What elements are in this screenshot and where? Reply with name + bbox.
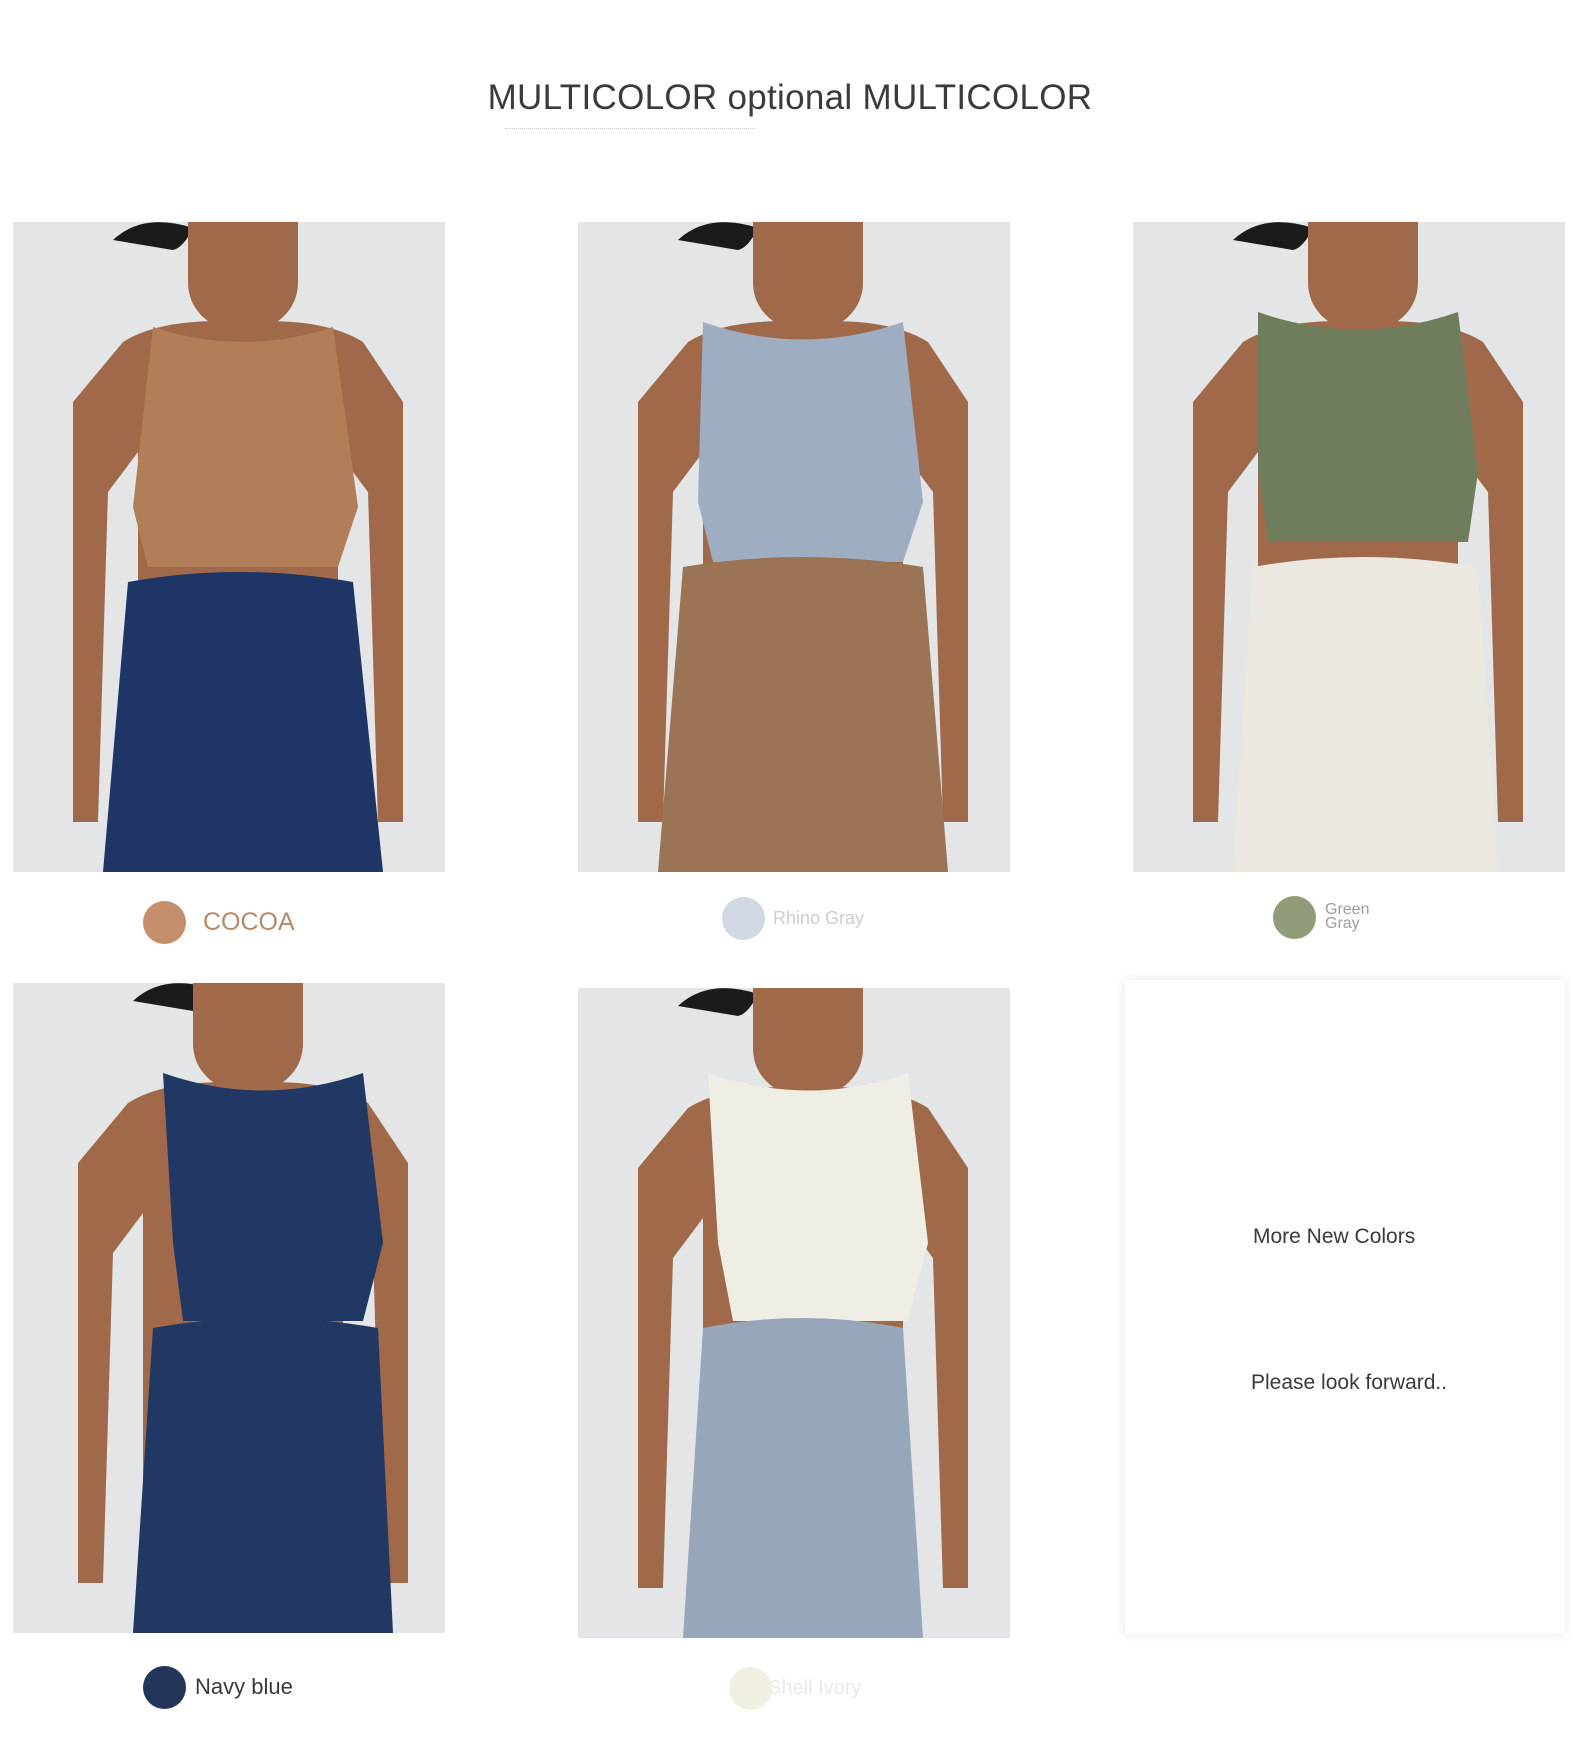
color-swatch: [143, 900, 186, 944]
model-figure: [1133, 222, 1565, 872]
color-label-line: Gray: [1325, 915, 1360, 932]
more-colors-text: More New Colors: [1253, 1225, 1416, 1248]
color-label: COCOA: [203, 907, 295, 936]
color-swatch: [1273, 895, 1316, 939]
color-option-green-gray[interactable]: Green Gray: [1273, 895, 1369, 939]
color-label: Navy blue: [195, 1674, 293, 1699]
model-figure: [578, 988, 1010, 1638]
page-title: MULTICOLOR optional MULTICOLOR: [487, 78, 1093, 117]
product-photo-shell-ivory[interactable]: [578, 988, 1010, 1638]
model-figure: [13, 222, 445, 872]
color-option-cocoa[interactable]: COCOA: [143, 900, 295, 944]
model-figure: [13, 983, 445, 1633]
color-option-shell-ivory[interactable]: Shell Ivory: [729, 1666, 861, 1710]
product-photo-green-gray[interactable]: [1133, 222, 1565, 872]
color-swatch: [722, 896, 765, 940]
model-figure: [578, 222, 1010, 872]
color-swatch: [729, 1666, 772, 1710]
color-option-navy-blue[interactable]: Navy blue: [143, 1665, 293, 1709]
product-photo-navy-blue[interactable]: [13, 983, 445, 1633]
color-option-rhino-gray[interactable]: Rhino Gray: [722, 896, 864, 940]
more-colors-card: More New Colors Please look forward..: [1125, 980, 1565, 1634]
color-label: Shell Ivory: [768, 1676, 862, 1699]
color-label: Rhino Gray: [773, 907, 865, 928]
product-photo-cocoa[interactable]: [13, 222, 445, 872]
look-forward-text: Please look forward..: [1251, 1371, 1448, 1394]
color-swatch: [143, 1665, 186, 1709]
product-photo-rhino-gray[interactable]: [578, 222, 1010, 872]
title-divider: [505, 128, 755, 130]
color-label: Green Gray: [1325, 902, 1369, 932]
